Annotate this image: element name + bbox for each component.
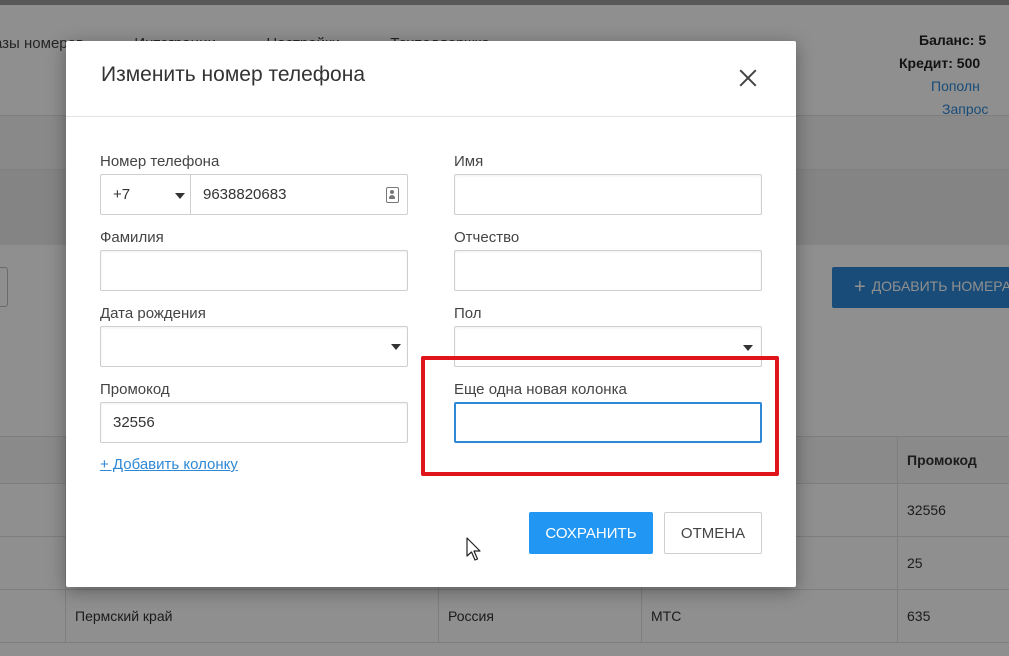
add-column-link[interactable]: + Добавить колонку [100,456,238,473]
gender-label: Пол [454,305,482,322]
first-name-input[interactable] [454,174,762,215]
edit-phone-modal: Изменить номер телефона Номер телефона +… [66,41,796,587]
country-code-select[interactable]: +7 [100,174,190,215]
contact-card-icon[interactable] [386,187,399,203]
birth-date-label: Дата рождения [100,305,206,322]
caret-down-icon [175,193,185,199]
mouse-cursor-icon [466,537,481,561]
birth-date-select[interactable] [100,326,408,367]
modal-header: Изменить номер телефона [66,41,796,117]
caret-down-icon [743,345,753,351]
first-name-label: Имя [454,153,484,170]
highlight-annotation [421,356,779,476]
phone-label: Номер телефона [100,153,220,170]
last-name-label: Фамилия [100,229,164,246]
modal-title: Изменить номер телефона [101,63,365,86]
promo-label: Промокод [100,381,170,398]
middle-name-label: Отчество [454,229,520,246]
promo-input[interactable]: 32556 [100,402,408,443]
save-button[interactable]: СОХРАНИТЬ [529,512,653,554]
close-icon[interactable] [734,65,762,93]
phone-number-input[interactable]: 9638820683 [190,174,408,215]
last-name-input[interactable] [100,250,408,291]
middle-name-input[interactable] [454,250,762,291]
caret-down-icon [391,344,401,350]
cancel-button[interactable]: ОТМЕНА [664,512,762,554]
